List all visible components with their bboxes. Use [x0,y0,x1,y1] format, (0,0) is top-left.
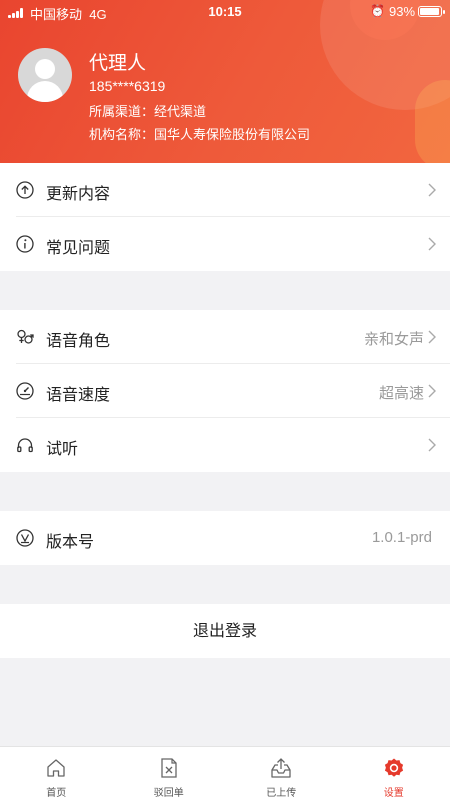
voice-role-label: 语音角色 [46,331,111,350]
listen-row[interactable]: 试听 [0,418,450,472]
status-bar: 中国移动 4G 10:15 ⏰ 93% [0,0,450,24]
logout-button[interactable]: 退出登录 [0,604,450,658]
header-decoration [415,80,450,163]
alarm-icon: ⏰ [370,4,385,18]
version-value: 1.0.1-prd [371,529,432,546]
info-circle-icon [16,235,34,253]
user-name: 代理人 [89,52,147,74]
settings-gear-icon [384,758,403,777]
tab-label: 驳回单 [153,788,184,799]
user-channel: 所属渠道：经代渠道 [89,105,207,120]
tab-label: 已上传 [266,788,297,799]
arrow-up-circle-icon [16,181,34,199]
voice-group: 语音角色 亲和女声 语音速度 超高速 试听 [0,310,450,472]
profile-header: 中国移动 4G 10:15 ⏰ 93% 代理人 185****6319 所属渠道… [0,0,450,163]
info-group: 更新内容 常见问题 [0,163,450,271]
voice-speed-label: 语音速度 [46,385,111,404]
battery-percent: 93% [389,4,416,19]
updates-label: 更新内容 [46,184,111,203]
tab-bar: 首页 驳回单 已上传 设置 [0,746,450,800]
rejected-document-icon [161,758,177,778]
version-row: 版本号 1.0.1-prd [0,511,450,565]
chevron-right-icon [428,330,436,344]
user-phone: 185****6319 [89,78,166,94]
gender-icon [17,329,34,344]
updates-row[interactable]: 更新内容 [0,163,450,217]
chevron-right-icon [428,384,436,398]
tab-label: 首页 [46,788,67,799]
tab-label: 设置 [383,788,404,799]
avatar[interactable] [18,48,72,102]
upload-tray-icon [271,758,291,778]
headphones-icon [17,438,33,453]
tab-home[interactable]: 首页 [0,747,113,800]
speedometer-icon [16,382,34,400]
voice-speed-row[interactable]: 语音速度 超高速 [0,364,450,418]
tab-uploaded[interactable]: 已上传 [225,747,338,800]
chevron-right-icon [428,237,436,251]
user-organization: 机构名称：国华人寿保险股份有限公司 [89,128,311,143]
home-icon [47,759,65,777]
chevron-right-icon [428,183,436,197]
voice-role-value: 亲和女声 [363,331,424,348]
tab-rejected[interactable]: 驳回单 [113,747,226,800]
chevron-right-icon [428,438,436,452]
version-group: 版本号 1.0.1-prd [0,511,450,565]
tab-settings[interactable]: 设置 [338,747,450,800]
voice-speed-value: 超高速 [378,385,424,402]
faq-label: 常见问题 [46,238,111,257]
faq-row[interactable]: 常见问题 [0,217,450,271]
version-v-icon [16,529,34,547]
battery-icon [418,6,445,17]
voice-role-row[interactable]: 语音角色 亲和女声 [0,310,450,364]
version-label: 版本号 [46,532,95,551]
listen-label: 试听 [46,439,79,458]
